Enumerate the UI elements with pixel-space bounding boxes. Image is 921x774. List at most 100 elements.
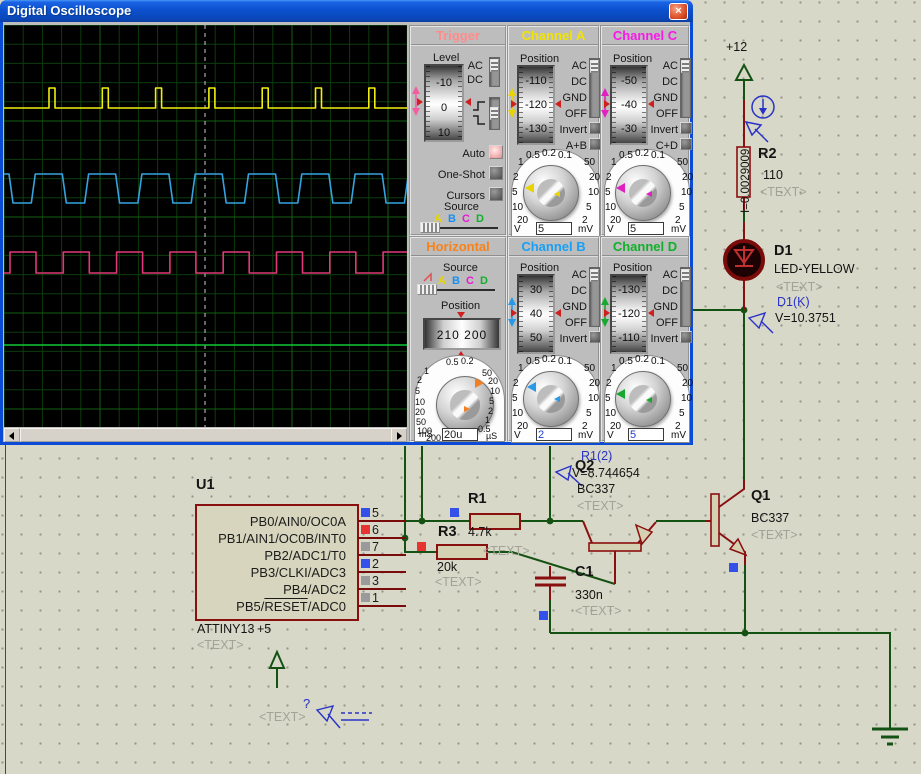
gain-knob[interactable] xyxy=(523,165,579,221)
voltage-probe-d1-k[interactable] xyxy=(749,313,773,333)
horizontal-position-dial[interactable]: 210 200 190 xyxy=(423,318,501,350)
channel-b-gain-input[interactable] xyxy=(536,428,572,441)
channel-d-title: Channel D xyxy=(602,238,688,256)
close-button[interactable]: × xyxy=(669,3,688,20)
window-titlebar[interactable]: Digital Oscilloscope × xyxy=(0,0,693,22)
d1-led[interactable] xyxy=(725,222,763,310)
coupling-option-label: AC xyxy=(663,60,678,72)
display-scrollbar[interactable] xyxy=(4,428,407,442)
auto-button[interactable] xyxy=(489,145,503,159)
knob-scale-value: 50 xyxy=(677,157,688,168)
power-5v-symbol[interactable] xyxy=(270,652,284,668)
u1-pin-number: 2 xyxy=(372,557,379,571)
knob-scale-value: 20 xyxy=(488,376,498,386)
cursors-button[interactable] xyxy=(489,187,503,201)
gain-knob[interactable] xyxy=(523,371,579,427)
knob-scale-value: 10 xyxy=(681,187,692,198)
r3-resistor[interactable] xyxy=(437,545,487,559)
channel-c-coupling-slider[interactable] xyxy=(680,58,691,118)
current-probe[interactable] xyxy=(746,96,774,142)
knob-scale-value: 0.5 xyxy=(526,150,540,161)
d1-text: <TEXT> xyxy=(776,281,823,295)
probe-r1-2-label: R1(2) xyxy=(581,450,612,464)
knob-scale-value: 0.5 xyxy=(446,357,459,367)
knob-scale-value: 0.2 xyxy=(461,356,474,366)
probe-d1-k-label: D1(K) xyxy=(777,296,810,310)
horizontal-source-slider[interactable] xyxy=(417,284,495,296)
scroll-right-button[interactable] xyxy=(391,428,407,442)
probe-d1-k-value: V=10.3751 xyxy=(775,312,836,326)
scroll-left-button[interactable] xyxy=(4,428,20,442)
knob-scale-value: 20 xyxy=(682,172,693,183)
invert-button[interactable] xyxy=(680,122,692,134)
knob-cap xyxy=(629,179,657,207)
dial-value: -50 xyxy=(612,75,646,87)
coupling-option-label: DC xyxy=(662,76,678,88)
u1-pin-label: PB2/ADC1/T0 xyxy=(200,548,346,563)
channel-d-coupling-slider[interactable] xyxy=(680,267,691,327)
q1-transistor[interactable] xyxy=(706,480,746,565)
trigger-coupling-slider[interactable] xyxy=(489,57,500,87)
knob-scale-value: 5 xyxy=(489,396,494,406)
knob-scale-value: 0.1 xyxy=(651,356,665,367)
knob-scale-value: 0.5 xyxy=(619,150,633,161)
q2-transistor[interactable] xyxy=(583,521,656,584)
slider-thumb[interactable] xyxy=(490,107,499,120)
knob-scale-value: 0.1 xyxy=(558,150,572,161)
slider-thumb[interactable] xyxy=(590,60,599,73)
channel-c-gain-input[interactable] xyxy=(628,222,664,235)
q2-device: BC337 xyxy=(577,483,615,497)
channel-a-gain-input[interactable] xyxy=(536,222,572,235)
coupling-option-label: DC xyxy=(662,285,678,297)
knob-scale-value: 5 xyxy=(586,408,592,419)
knob-scale-value: 2 xyxy=(513,378,519,389)
dial-value: -110 xyxy=(519,75,553,87)
scrollbar-thumb[interactable] xyxy=(20,428,392,442)
coupling-labels: ACDCGNDOFF xyxy=(555,269,587,333)
slider-thumb[interactable] xyxy=(490,59,499,72)
slider-thumb[interactable] xyxy=(681,60,690,73)
sum-button[interactable] xyxy=(680,138,692,150)
knob-scale-value: 10 xyxy=(681,393,692,404)
u1-pin-number: 3 xyxy=(372,574,379,588)
coupling-option-label: GND xyxy=(654,301,678,313)
channel-a-coupling-slider[interactable] xyxy=(589,58,600,118)
channel-b-coupling-slider[interactable] xyxy=(589,267,600,327)
c1-capacitor[interactable] xyxy=(535,566,566,600)
knob-scale-value: 10 xyxy=(490,386,500,396)
timebase-marker xyxy=(475,378,484,388)
channel-c-section: Channel C Position -50-40-30 ACDCGNDOFF … xyxy=(600,25,690,236)
knob-scale-value: 0.2 xyxy=(542,148,556,159)
floating-probe[interactable] xyxy=(317,706,372,728)
coupling-option-label: DC xyxy=(571,285,587,297)
invert-button[interactable] xyxy=(680,331,692,343)
coupling-option-label: GND xyxy=(563,301,587,313)
slider-thumb[interactable] xyxy=(417,284,437,295)
knob-scale-value: 1 xyxy=(518,363,524,374)
slider-thumb[interactable] xyxy=(590,269,599,282)
dial-value: 40 xyxy=(519,308,553,320)
power-12v-symbol[interactable] xyxy=(736,65,752,80)
one-shot-button[interactable] xyxy=(489,166,503,180)
slider-thumb[interactable] xyxy=(420,222,440,233)
coupling-option-label: OFF xyxy=(565,317,587,329)
auto-label: Auto xyxy=(431,148,485,160)
coupling-option-label: OFF xyxy=(656,108,678,120)
r3-text: <TEXT> xyxy=(435,576,482,590)
gain-marker-small xyxy=(646,191,652,197)
gain-marker-small xyxy=(646,397,652,403)
timebase-value-input[interactable] xyxy=(442,428,478,441)
trigger-edge-slider[interactable] xyxy=(489,97,500,130)
knob-scale-value: 10 xyxy=(415,397,425,407)
trigger-source-slider[interactable] xyxy=(420,222,498,234)
slider-thumb[interactable] xyxy=(681,269,690,282)
gain-knob[interactable] xyxy=(615,165,671,221)
unit-label: µS xyxy=(486,431,497,441)
gain-knob[interactable] xyxy=(615,371,671,427)
knob-scale-value: 0.2 xyxy=(635,354,649,365)
coupling-option-label: AC xyxy=(572,60,587,72)
proteus-workspace: U1 PB0/AIN0/OC0A PB1/AIN1/OC0B/INT0 PB2/… xyxy=(0,0,921,774)
ground-symbol[interactable] xyxy=(872,729,908,744)
knob-scale-value: 10 xyxy=(605,202,616,213)
channel-d-gain-input[interactable] xyxy=(628,428,664,441)
